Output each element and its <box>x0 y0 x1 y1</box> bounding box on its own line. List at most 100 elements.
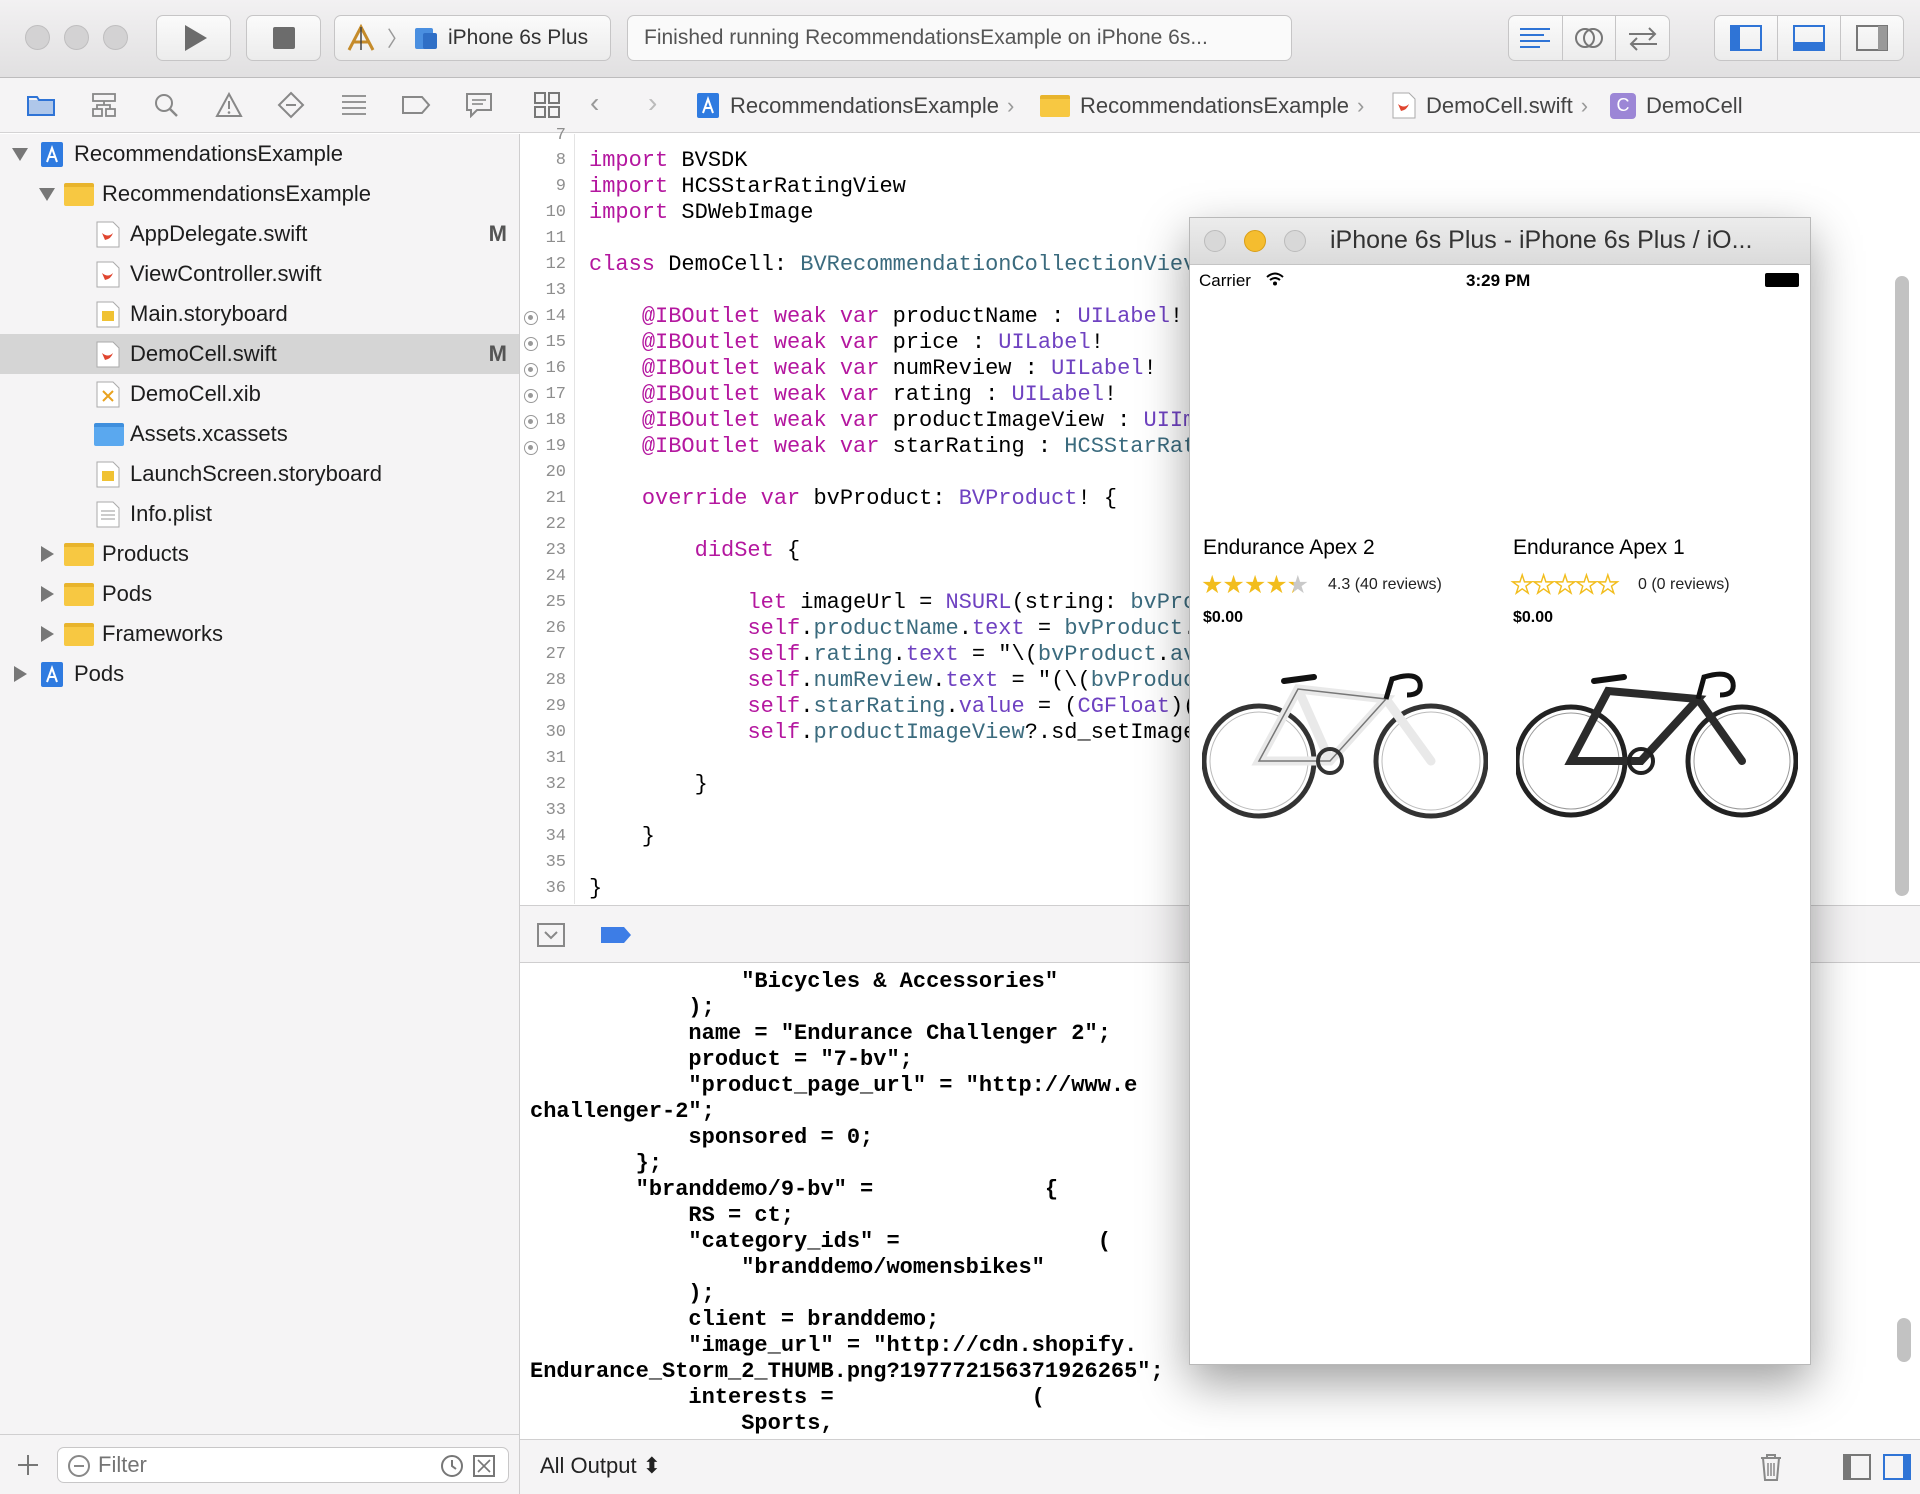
disclosure-expanded-icon[interactable] <box>39 188 55 201</box>
issue-navigator-tab[interactable] <box>214 90 244 120</box>
app-scheme-icon <box>347 23 375 51</box>
line-number-gutter[interactable]: 7 8 9 10 11 12 13 14 15 16 17 18 19 20 2… <box>520 126 575 904</box>
assistant-editor-button[interactable] <box>1563 16 1617 60</box>
window-close-button[interactable] <box>25 25 50 50</box>
report-navigator-tab[interactable] <box>464 90 494 120</box>
console-line: Sports, <box>530 1411 834 1436</box>
run-button[interactable] <box>156 15 231 61</box>
tree-item-project[interactable]: RecommendationsExample <box>0 134 519 174</box>
line-number: 33 <box>545 801 566 820</box>
search-icon <box>155 94 179 117</box>
outlet-connection-icon[interactable] <box>524 389 538 403</box>
tree-item-group[interactable]: Pods <box>0 574 519 614</box>
tree-item-group[interactable]: RecommendationsExample <box>0 174 519 214</box>
tree-item-project[interactable]: Pods <box>0 654 519 694</box>
debug-navigator-tab[interactable] <box>339 90 369 120</box>
line-number: 10 <box>545 203 566 222</box>
tree-item-group[interactable]: Frameworks <box>0 614 519 654</box>
standard-editor-button[interactable] <box>1509 16 1563 60</box>
disclosure-collapsed-icon[interactable] <box>14 666 27 682</box>
test-navigator-tab[interactable] <box>276 90 306 120</box>
window-minimize-button[interactable] <box>64 25 89 50</box>
jump-bar-group[interactable]: RecommendationsExample › <box>1040 78 1364 133</box>
outlet-connection-icon[interactable] <box>524 441 538 455</box>
related-items-icon[interactable] <box>533 91 563 121</box>
tree-item-label: Main.storyboard <box>130 301 288 326</box>
project-file-icon <box>41 142 63 167</box>
play-icon <box>185 25 207 51</box>
sim-close-button[interactable] <box>1204 230 1226 252</box>
plist-file-icon <box>96 501 120 528</box>
product-price: $0.00 <box>1513 609 1554 626</box>
utilities-toggle-button[interactable] <box>1841 16 1903 60</box>
jump-bar-label: RecommendationsExample <box>1080 92 1350 118</box>
star-empty-icon[interactable]: ★★★★★ <box>1510 570 1619 600</box>
product-name: Endurance Apex 1 <box>1513 536 1685 559</box>
disclosure-collapsed-icon[interactable] <box>41 586 54 602</box>
add-icon[interactable] <box>16 1453 40 1477</box>
disclosure-expanded-icon[interactable] <box>12 148 28 161</box>
back-arrow-icon[interactable]: ‹ <box>590 87 599 119</box>
star-rating[interactable]: ★★★★★ <box>1201 570 1309 600</box>
breakpoints-toggle-icon[interactable] <box>600 926 632 944</box>
debug-panel-icon <box>1793 25 1825 51</box>
navigator-toggle-button[interactable] <box>1715 16 1778 60</box>
debug-area-toggle-button[interactable] <box>1778 16 1841 60</box>
jump-bar-project[interactable]: RecommendationsExample › <box>696 78 1014 133</box>
outlet-connection-icon[interactable] <box>524 363 538 377</box>
product-name: Endurance Apex 2 <box>1203 536 1375 559</box>
tree-item-group[interactable]: Products <box>0 534 519 574</box>
variables-view-icon[interactable] <box>1842 1453 1872 1481</box>
window-zoom-button[interactable] <box>103 25 128 50</box>
line-number: 21 <box>545 489 566 508</box>
disclosure-collapsed-icon[interactable] <box>41 626 54 642</box>
status-text: Finished running RecommendationsExample … <box>644 26 1208 49</box>
line-number: 29 <box>545 697 566 716</box>
sim-zoom-button[interactable] <box>1284 230 1306 252</box>
recent-files-icon[interactable] <box>440 1454 464 1478</box>
console-scrollbar[interactable] <box>1897 1318 1911 1362</box>
tree-item-file[interactable]: AppDelegate.swift M <box>0 214 519 254</box>
tree-item-label: LaunchScreen.storyboard <box>130 461 382 486</box>
console-line: name = "Endurance Challenger 2"; <box>530 1021 1111 1046</box>
line-number: 11 <box>545 229 566 248</box>
jump-bar-symbol[interactable]: C DemoCell <box>1610 78 1743 133</box>
scheme-selector[interactable]: 〉 iPhone 6s Plus <box>334 15 611 61</box>
wifi-icon <box>1266 272 1284 286</box>
stop-button[interactable] <box>246 15 321 61</box>
symbol-navigator-tab[interactable] <box>89 90 119 120</box>
folder-icon <box>64 543 94 566</box>
find-navigator-tab[interactable] <box>151 90 181 120</box>
line-number: 35 <box>545 853 566 872</box>
tree-item-file[interactable]: Assets.xcassets <box>0 414 519 454</box>
outlet-connection-icon[interactable] <box>524 311 538 325</box>
code-line: override var bvProduct: BVProduct! { <box>641 486 1118 511</box>
disclosure-collapsed-icon[interactable] <box>41 546 54 562</box>
rating-reviews: 4.3 (40 reviews) <box>1328 576 1442 593</box>
tree-item-label: AppDelegate.swift <box>130 221 308 246</box>
tree-item-file[interactable]: Main.storyboard <box>0 294 519 334</box>
source-control-filter-icon[interactable] <box>472 1454 496 1478</box>
tree-item-file[interactable]: ViewController.swift <box>0 254 519 294</box>
tree-item-file-selected[interactable]: DemoCell.swift M <box>0 334 519 374</box>
jump-bar-file[interactable]: DemoCell.swift › <box>1392 78 1588 133</box>
project-navigator-tab[interactable] <box>26 90 56 120</box>
trash-icon[interactable] <box>1758 1452 1784 1482</box>
editor-scrollbar[interactable] <box>1895 276 1909 896</box>
utilities-panel-icon <box>1856 25 1888 51</box>
console-view-icon[interactable] <box>1882 1453 1912 1481</box>
forward-arrow-icon[interactable]: › <box>648 87 657 119</box>
breakpoint-navigator-tab[interactable] <box>401 90 431 120</box>
sim-minimize-button[interactable] <box>1244 230 1266 252</box>
folder-icon <box>64 623 94 646</box>
filter-input[interactable] <box>98 1450 428 1480</box>
tree-item-file[interactable]: LaunchScreen.storyboard <box>0 454 519 494</box>
output-filter-popup[interactable]: All Output ⬍ <box>540 1453 661 1479</box>
tree-item-file[interactable]: Info.plist <box>0 494 519 534</box>
outlet-connection-icon[interactable] <box>524 337 538 351</box>
version-editor-button[interactable] <box>1616 16 1669 60</box>
tree-item-file[interactable]: DemoCell.xib <box>0 374 519 414</box>
hide-debug-area-icon[interactable] <box>536 922 566 948</box>
outlet-connection-icon[interactable] <box>524 415 538 429</box>
tree-item-label: Pods <box>102 581 153 606</box>
